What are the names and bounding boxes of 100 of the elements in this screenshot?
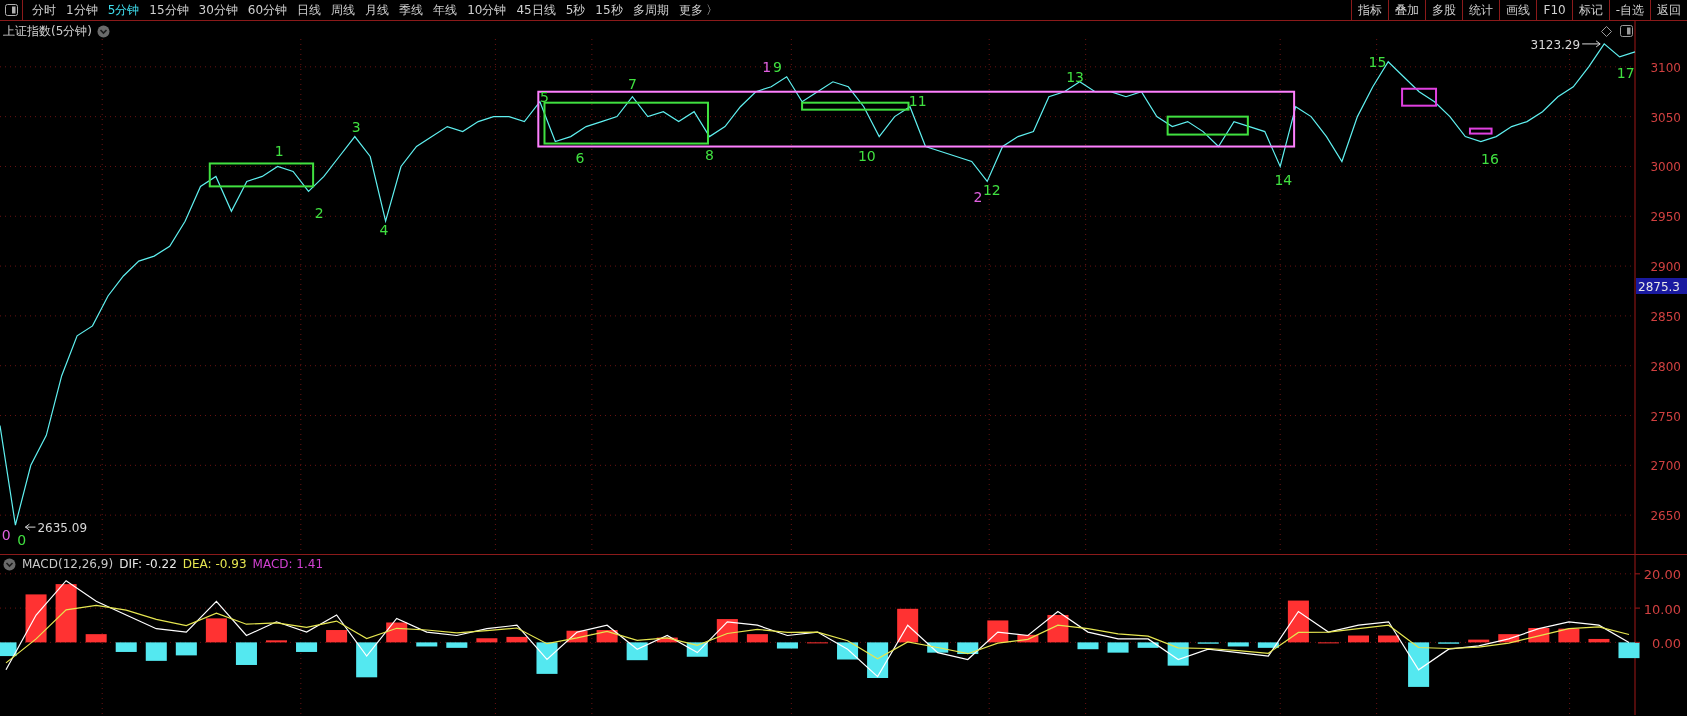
histogram-bar [776, 642, 798, 649]
tool-button[interactable]: 多股 [1425, 0, 1463, 20]
histogram-bar [1468, 639, 1490, 643]
wave-label: 12 [982, 182, 1001, 199]
dropdown-icon[interactable] [3, 557, 16, 571]
histogram-bar [1498, 634, 1520, 643]
histogram-bar [1408, 642, 1430, 687]
tool-button[interactable]: 统计 [1462, 0, 1500, 20]
histogram-bar [1077, 642, 1099, 650]
axis-label: 2650 [1650, 509, 1681, 524]
axis-label: 10.00 [1643, 601, 1681, 617]
axis-label: 2700 [1650, 459, 1681, 474]
histogram-bar [326, 630, 348, 643]
axis-label: 2850 [1650, 309, 1681, 324]
wave-label: 1 [274, 142, 284, 159]
dropdown-icon[interactable] [97, 25, 110, 38]
period-tab[interactable]: 60分钟 [242, 1, 293, 19]
histogram-bar [1107, 642, 1129, 653]
wave-label: 0 [1, 527, 11, 544]
price-tag: 2875.3 [1636, 278, 1687, 294]
price-label: 3123.29 [1530, 37, 1581, 52]
period-tab[interactable]: 15分钟 [144, 1, 194, 19]
histogram-bar [205, 618, 227, 643]
histogram-bar [536, 642, 558, 674]
wave-label: 13 [1066, 68, 1084, 85]
leader-line [1581, 40, 1601, 48]
histogram-bar [897, 608, 919, 643]
wave-label: 0 [17, 532, 27, 549]
histogram-bar [1017, 634, 1039, 643]
period-tab[interactable]: 分时 [27, 1, 61, 19]
tool-button[interactable]: 画线 [1499, 0, 1537, 20]
wave-label: 1 [762, 58, 772, 75]
histogram-bar [55, 584, 77, 643]
histogram-bar [1257, 642, 1279, 648]
tool-button[interactable]: 标记 [1571, 0, 1609, 20]
histogram-bar [235, 642, 257, 665]
wave-label: 11 [908, 92, 927, 109]
price-label: 2635.09 [37, 521, 88, 536]
wave-label: 5 [540, 88, 549, 105]
period-tab[interactable]: 45日线 [511, 1, 561, 19]
panel-toggle-icon[interactable] [4, 4, 18, 16]
histogram-bar [1287, 600, 1309, 643]
tool-button[interactable]: 指标 [1351, 0, 1389, 20]
histogram-bar [656, 637, 678, 643]
legend-label: MACD(12,26,9) [22, 557, 114, 571]
wave-label: 7 [627, 75, 637, 92]
histogram-bar [476, 638, 498, 643]
period-tab[interactable]: 10分钟 [462, 1, 512, 19]
panel-toggle-icon[interactable] [1620, 25, 1633, 37]
axis-label: 20.00 [1643, 567, 1681, 583]
period-tab[interactable]: 年线 [428, 1, 463, 19]
period-tab[interactable]: 1分钟 [61, 1, 103, 19]
histogram-bar [1348, 635, 1369, 643]
diamond-icon[interactable] [1601, 25, 1612, 37]
histogram-bar [85, 634, 107, 643]
legend-label: MACD: 1.41 [252, 557, 324, 571]
wave-label: 2 [973, 189, 983, 206]
wave-label: 6 [575, 150, 585, 167]
period-tab[interactable]: 15秒 [590, 1, 628, 19]
period-tab[interactable]: 月线 [360, 1, 395, 19]
legend-label: DIF: -0.22 [119, 557, 177, 571]
wave-label: 4 [379, 222, 389, 239]
histogram-bar [296, 642, 318, 652]
wave-label: 14 [1274, 172, 1293, 189]
histogram-bar [266, 640, 287, 643]
histogram-bar [506, 636, 528, 643]
period-tab[interactable]: 周线 [326, 1, 361, 19]
tool-button[interactable]: F10 [1536, 0, 1572, 20]
axis-label: 2900 [1650, 260, 1681, 275]
wave-label: 10 [857, 148, 876, 165]
period-tab[interactable]: 30分钟 [193, 1, 243, 19]
period-tab[interactable]: 更多 〉 [673, 1, 724, 19]
period-tab[interactable]: 日线 [292, 1, 327, 19]
histogram-bar [1137, 642, 1159, 648]
period-tab[interactable]: 多周期 [627, 1, 674, 19]
histogram-bar [1378, 635, 1400, 643]
histogram-bar [25, 594, 47, 643]
wave-label: 15 [1368, 53, 1387, 70]
tool-button[interactable]: 返回 [1650, 0, 1687, 20]
histogram-bar [0, 642, 17, 657]
histogram-bar [356, 642, 378, 678]
axis-label: 3100 [1650, 60, 1681, 75]
axis-label: 0.00 [1652, 635, 1681, 651]
axis-label: 2750 [1650, 409, 1681, 424]
chart-title: 上证指数(5分钟) [3, 23, 92, 40]
histogram-bar [1588, 638, 1610, 643]
tool-button[interactable]: -自选 [1608, 0, 1650, 20]
wave-label: 16 [1481, 151, 1499, 168]
axis-label: 3000 [1650, 160, 1681, 175]
period-tab[interactable]: 季线 [394, 1, 429, 19]
period-tab[interactable]: 5秒 [560, 1, 591, 19]
wave-label: 9 [772, 58, 782, 75]
axis-label: 2800 [1650, 359, 1681, 374]
histogram-bar [115, 642, 137, 652]
histogram-bar [416, 642, 438, 647]
period-tab[interactable]: 5分钟 [102, 1, 145, 19]
wave-label: 3 [351, 118, 361, 135]
tool-button[interactable]: 叠加 [1388, 0, 1426, 20]
histogram-bar [987, 620, 1009, 643]
histogram-bar [145, 642, 167, 661]
